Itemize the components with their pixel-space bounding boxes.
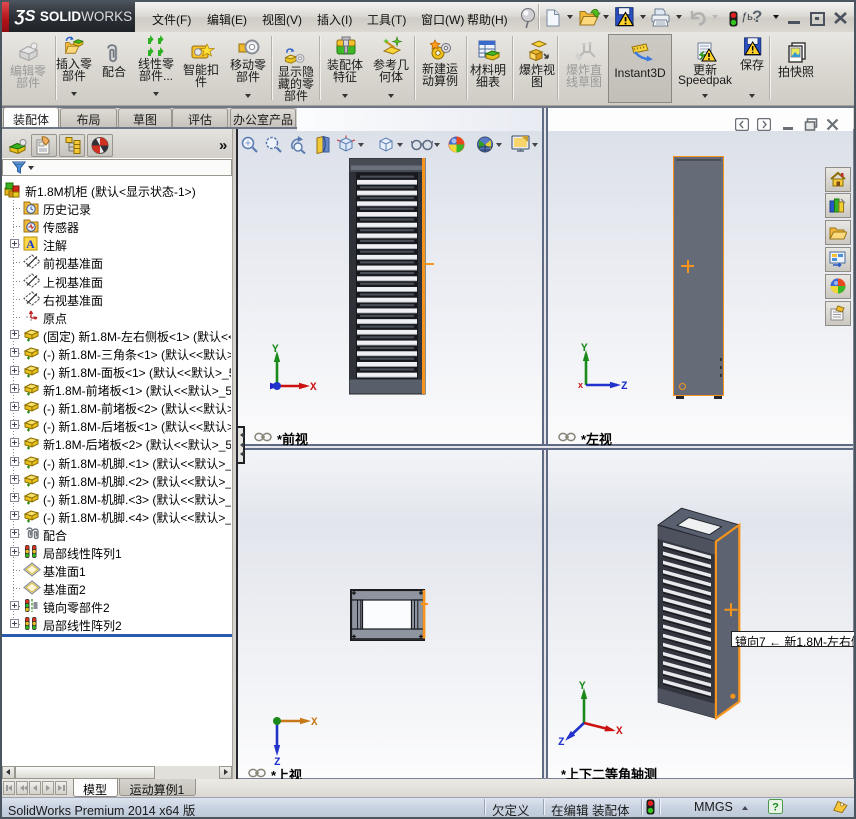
svg-text:?: ? bbox=[772, 802, 779, 814]
svg-text:X: X bbox=[310, 382, 317, 394]
svg-text:X: X bbox=[616, 726, 623, 738]
svg-text:A: A bbox=[26, 237, 35, 251]
svg-text:Z: Z bbox=[621, 381, 628, 393]
svg-text:Y: Y bbox=[581, 343, 588, 355]
svg-text:Y: Y bbox=[272, 344, 279, 356]
svg-text:Z: Z bbox=[558, 737, 565, 749]
svg-text:X: X bbox=[311, 717, 318, 729]
svg-text:Y: Y bbox=[579, 681, 586, 693]
